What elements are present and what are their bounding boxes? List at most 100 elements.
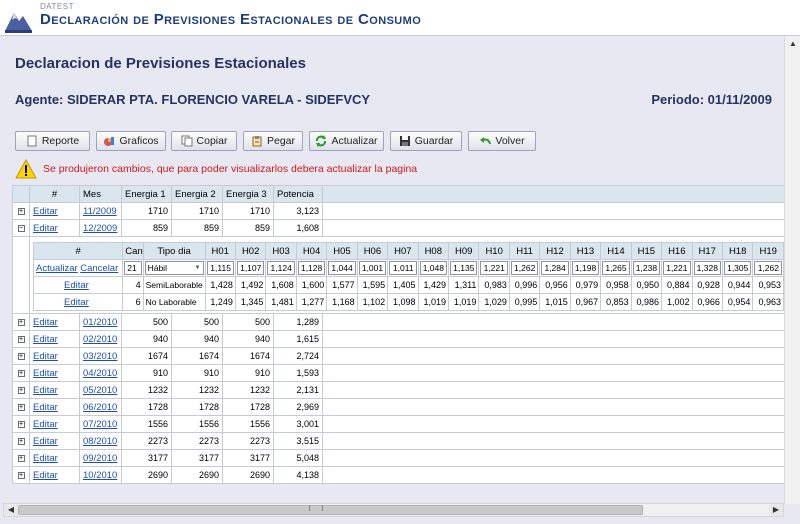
copiar-button[interactable]: Copiar bbox=[171, 131, 237, 151]
month-link[interactable]: 08/2010 bbox=[83, 436, 117, 447]
month-link[interactable]: 02/2010 bbox=[83, 334, 117, 345]
edit-link[interactable]: Editar bbox=[33, 453, 58, 464]
edit-link[interactable]: Editar bbox=[33, 223, 58, 234]
month-link[interactable]: 09/2010 bbox=[83, 453, 117, 464]
month-link[interactable]: 12/2009 bbox=[83, 223, 117, 234]
expand-icon[interactable]: + bbox=[17, 387, 25, 395]
hour-input[interactable] bbox=[267, 261, 295, 275]
month-link[interactable]: 04/2010 bbox=[83, 368, 117, 379]
month-link[interactable]: 01/2010 bbox=[83, 317, 117, 328]
volver-button[interactable]: Volver bbox=[468, 131, 536, 151]
edit-link[interactable]: Editar bbox=[33, 206, 58, 217]
expand-icon[interactable]: + bbox=[17, 404, 25, 412]
detail-column-header: H02 bbox=[234, 242, 267, 260]
expand-icon[interactable]: + bbox=[17, 455, 25, 463]
expand-cell[interactable]: + bbox=[12, 330, 30, 348]
graficos-button[interactable]: Graficos bbox=[96, 131, 166, 151]
edit-link[interactable]: Editar bbox=[33, 334, 58, 345]
hour-input[interactable] bbox=[510, 261, 539, 275]
month-link[interactable]: 05/2010 bbox=[83, 385, 117, 396]
hour-input[interactable] bbox=[693, 261, 721, 275]
detail-column-header: Cant bbox=[122, 242, 144, 260]
detail-row: Editar 6 No Laborable 1,249 1,345 1,481 1,277 1… bbox=[32, 293, 784, 311]
pegar-button[interactable]: Pegar bbox=[243, 131, 303, 151]
value-cell-pot: 2,969 bbox=[273, 398, 323, 416]
hour-input[interactable] bbox=[297, 261, 326, 275]
cancelar-link[interactable]: Cancelar bbox=[80, 263, 118, 274]
scroll-left-arrow-icon[interactable]: ◀ bbox=[4, 504, 18, 516]
actualizar-link[interactable]: Actualizar bbox=[36, 263, 78, 274]
cant-input[interactable] bbox=[124, 261, 142, 275]
edit-link[interactable]: Editar bbox=[33, 470, 58, 481]
expand-icon[interactable]: + bbox=[17, 472, 25, 480]
hour-input[interactable] bbox=[632, 261, 661, 275]
hour-input[interactable] bbox=[723, 261, 752, 275]
expand-icon[interactable]: + bbox=[17, 438, 25, 446]
vertical-scrollbar[interactable]: ▲ bbox=[784, 36, 800, 504]
month-link[interactable]: 07/2010 bbox=[83, 419, 117, 430]
expand-icon[interactable]: + bbox=[17, 370, 25, 378]
expand-cell[interactable]: − bbox=[12, 219, 30, 237]
column-header-potencia[interactable]: Potencia bbox=[273, 185, 323, 203]
expand-icon[interactable]: + bbox=[17, 336, 25, 344]
horizontal-scrollbar[interactable]: ◀ ▶ bbox=[3, 503, 784, 517]
horizontal-scroll-thumb[interactable] bbox=[18, 505, 643, 515]
month-link[interactable]: 06/2010 bbox=[83, 402, 117, 413]
expand-cell[interactable]: + bbox=[12, 449, 30, 467]
hour-input[interactable] bbox=[754, 261, 782, 275]
column-header-energia-3[interactable]: Energia 3 bbox=[222, 185, 274, 203]
hour-input[interactable] bbox=[206, 261, 234, 275]
month-link[interactable]: 03/2010 bbox=[83, 351, 117, 362]
filler-column-header bbox=[322, 185, 785, 203]
guardar-button[interactable]: Guardar bbox=[390, 131, 462, 151]
expand-cell[interactable]: + bbox=[12, 432, 30, 450]
hour-input[interactable] bbox=[602, 261, 630, 275]
edit-link[interactable]: Editar bbox=[33, 419, 58, 430]
expand-cell[interactable]: + bbox=[12, 466, 30, 484]
hour-input[interactable] bbox=[328, 261, 356, 275]
edit-link[interactable]: Editar bbox=[33, 385, 58, 396]
expand-cell[interactable]: + bbox=[12, 202, 30, 220]
edit-link[interactable]: Editar bbox=[33, 317, 58, 328]
expand-cell[interactable]: + bbox=[12, 364, 30, 382]
edit-link[interactable]: Editar bbox=[33, 436, 58, 447]
month-link[interactable]: 11/2009 bbox=[83, 206, 117, 217]
reporte-button[interactable]: Reporte bbox=[15, 131, 90, 151]
expand-icon[interactable]: + bbox=[17, 319, 25, 327]
filler-cell bbox=[322, 466, 785, 484]
expand-icon[interactable]: + bbox=[17, 353, 25, 361]
hour-input[interactable] bbox=[389, 261, 417, 275]
expand-cell[interactable]: + bbox=[12, 313, 30, 331]
tipo-dia-select[interactable]: Hábil ▼ bbox=[144, 261, 204, 275]
value-cell-e3: 1728 bbox=[222, 398, 274, 416]
hour-input[interactable] bbox=[358, 261, 387, 275]
expand-cell[interactable]: + bbox=[12, 381, 30, 399]
expand-icon[interactable]: + bbox=[17, 208, 25, 216]
hour-input[interactable] bbox=[450, 261, 478, 275]
hour-input[interactable] bbox=[663, 261, 691, 275]
expand-cell[interactable]: + bbox=[12, 347, 30, 365]
hour-input[interactable] bbox=[541, 261, 569, 275]
detail-edit-link[interactable]: Editar bbox=[64, 280, 89, 291]
month-link[interactable]: 10/2010 bbox=[83, 470, 117, 481]
table-row: + Editar 05/2010 1232 1232 1232 2,131 bbox=[12, 381, 785, 399]
actualizar-button[interactable]: Actualizar bbox=[309, 131, 384, 151]
edit-link[interactable]: Editar bbox=[33, 351, 58, 362]
detail-edit-link[interactable]: Editar bbox=[64, 297, 89, 308]
hour-input[interactable] bbox=[236, 261, 265, 275]
hour-input[interactable] bbox=[419, 261, 447, 275]
collapse-icon[interactable]: − bbox=[17, 225, 25, 233]
column-header-mes[interactable]: Mes bbox=[79, 185, 122, 203]
scroll-right-arrow-icon[interactable]: ▶ bbox=[769, 504, 783, 516]
expand-cell[interactable]: + bbox=[12, 415, 30, 433]
hour-input[interactable] bbox=[571, 261, 600, 275]
scroll-up-arrow-icon[interactable]: ▲ bbox=[785, 36, 800, 52]
edit-link[interactable]: Editar bbox=[33, 368, 58, 379]
expand-cell[interactable]: + bbox=[12, 398, 30, 416]
edit-link[interactable]: Editar bbox=[33, 402, 58, 413]
filler-cell bbox=[322, 330, 785, 348]
hour-input[interactable] bbox=[480, 261, 508, 275]
column-header-energia-1[interactable]: Energia 1 bbox=[121, 185, 172, 203]
column-header-energia-2[interactable]: Energia 2 bbox=[171, 185, 223, 203]
expand-icon[interactable]: + bbox=[17, 421, 25, 429]
